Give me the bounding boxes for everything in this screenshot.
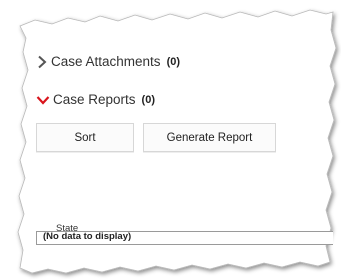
empty-grid-message: (No data to display)	[43, 231, 132, 242]
case-attachments-header[interactable]: Case Attachments (0)	[36, 54, 180, 69]
case-panel: Case Attachments (0) Case Reports (0) So…	[22, 30, 333, 266]
chevron-right-icon	[38, 55, 47, 68]
generate-report-button[interactable]: Generate Report	[143, 123, 276, 152]
case-reports-title: Case Reports	[53, 92, 136, 107]
chevron-down-icon	[36, 95, 50, 105]
case-attachments-title: Case Attachments	[51, 54, 161, 69]
case-reports-header[interactable]: Case Reports (0)	[36, 92, 155, 107]
case-attachments-count: (0)	[166, 55, 181, 68]
sort-button[interactable]: Sort	[36, 123, 134, 152]
case-reports-count: (0)	[141, 93, 155, 106]
